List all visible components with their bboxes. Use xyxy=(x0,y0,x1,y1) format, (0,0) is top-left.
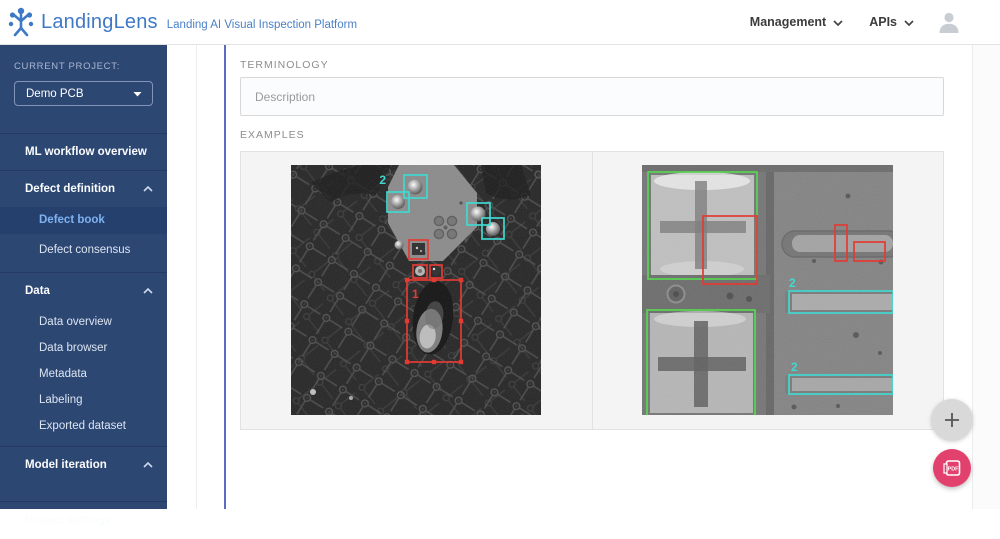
add-button[interactable] xyxy=(931,399,973,441)
sidebar-item-defect-book[interactable]: Defect book xyxy=(0,207,167,234)
sidebar-item-ml-workflow-overview[interactable]: ML workflow overview xyxy=(0,134,167,170)
sidebar-item-labeling[interactable]: Labeling xyxy=(0,387,167,413)
plus-icon xyxy=(943,411,961,429)
management-menu-label: Management xyxy=(750,15,826,29)
resize-handle[interactable] xyxy=(459,319,463,323)
current-project-label: CURRENT PROJECT: xyxy=(0,45,167,72)
resize-handle[interactable] xyxy=(405,319,409,323)
chevron-down-icon xyxy=(904,20,914,26)
annotation-count-label: 2 xyxy=(791,360,798,374)
header-actions: Management APIs xyxy=(724,9,1000,35)
sidebar-section-label: Data xyxy=(25,285,50,297)
sidebar-section-data[interactable]: Data xyxy=(0,273,167,309)
sidebar-section-label: Model iteration xyxy=(25,459,107,471)
sidebar-item-label: Data browser xyxy=(39,342,107,354)
landinglens-logo-icon xyxy=(7,6,35,38)
resize-handle[interactable] xyxy=(459,278,463,282)
description-input[interactable] xyxy=(240,77,944,116)
panel-divider xyxy=(196,45,197,509)
sidebar-item-metadata[interactable]: Metadata xyxy=(0,361,167,387)
sidebar-item-data-browser[interactable]: Data browser xyxy=(0,335,167,361)
sidebar-item-defect-consensus[interactable]: Defect consensus xyxy=(0,237,167,263)
sidebar-item-label: Labeling xyxy=(39,394,82,406)
sidebar-item-label: ML workflow overview xyxy=(25,146,147,158)
example-image-right[interactable]: 22 xyxy=(593,152,944,429)
pdf-document-icon: PDF xyxy=(942,458,962,478)
pdf-export-button[interactable]: PDF xyxy=(933,449,971,487)
brand-tagline: Landing AI Visual Inspection Platform xyxy=(167,19,357,31)
chevron-up-icon xyxy=(143,462,153,468)
chevron-up-icon xyxy=(143,288,153,294)
sidebar-item-label: Exported dataset xyxy=(39,420,126,432)
spacer xyxy=(0,263,167,272)
app-header: LandingLens Landing AI Visual Inspection… xyxy=(0,0,1000,45)
resize-handle[interactable] xyxy=(405,278,409,282)
sidebar-section-defect-definition[interactable]: Defect definition xyxy=(0,171,167,207)
accent-scroll-line xyxy=(224,45,226,509)
resize-handle[interactable] xyxy=(432,360,436,364)
resize-handle[interactable] xyxy=(405,360,409,364)
user-avatar[interactable] xyxy=(936,9,962,35)
sidebar-item-label: Metadata xyxy=(39,368,87,380)
main-content: TERMINOLOGY EXAMPLES xyxy=(167,45,1000,509)
sidebar-item-project-settings[interactable]: Project settings xyxy=(0,502,167,539)
examples-label: EXAMPLES xyxy=(240,129,305,141)
spacer xyxy=(0,483,167,501)
apis-menu[interactable]: APIs xyxy=(869,15,914,29)
sidebar-section-model-iteration[interactable]: Model iteration xyxy=(0,447,167,483)
sidebar-item-label: Data overview xyxy=(39,316,112,328)
sidebar-section-label: Defect definition xyxy=(25,183,115,195)
brand[interactable]: LandingLens Landing AI Visual Inspection… xyxy=(0,6,357,38)
svg-text:PDF: PDF xyxy=(948,467,959,473)
sidebar-item-exported-dataset[interactable]: Exported dataset xyxy=(0,413,167,439)
sidebar: CURRENT PROJECT: Demo PCB ML workflow ov… xyxy=(0,45,167,509)
resize-handle[interactable] xyxy=(432,278,436,282)
caret-down-icon xyxy=(133,91,142,97)
brand-name: LandingLens xyxy=(41,11,158,34)
sidebar-item-label: Defect book xyxy=(39,214,105,226)
apis-menu-label: APIs xyxy=(869,15,897,29)
chevron-down-icon xyxy=(833,20,843,26)
metal-example-image: 22 xyxy=(642,165,893,415)
annotation-count-label: 2 xyxy=(380,173,387,187)
management-menu[interactable]: Management xyxy=(750,15,843,29)
terminology-label: TERMINOLOGY xyxy=(240,59,329,71)
spacer xyxy=(0,439,167,446)
pcb-example-image: 21 xyxy=(291,165,541,415)
examples-panel: 21 xyxy=(240,151,944,430)
panel-divider xyxy=(972,45,973,509)
project-selector-value: Demo PCB xyxy=(26,88,84,100)
right-strip xyxy=(973,45,1000,509)
resize-handle[interactable] xyxy=(459,360,463,364)
example-image-left[interactable]: 21 xyxy=(241,152,593,429)
sidebar-item-label: Defect consensus xyxy=(39,244,130,256)
annotation-count-label: 1 xyxy=(412,287,419,301)
chevron-up-icon xyxy=(143,186,153,192)
sidebar-item-data-overview[interactable]: Data overview xyxy=(0,309,167,335)
sidebar-item-label: Project settings xyxy=(25,515,111,527)
annotation-count-label: 2 xyxy=(789,276,796,290)
project-selector[interactable]: Demo PCB xyxy=(14,81,153,106)
